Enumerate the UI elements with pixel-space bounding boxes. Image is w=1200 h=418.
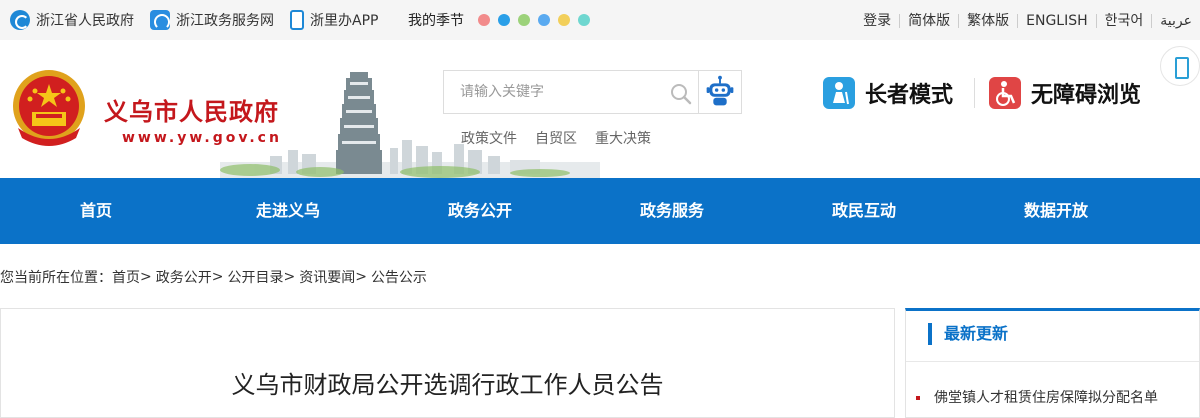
lang-simplified[interactable]: 简体版 xyxy=(899,14,958,28)
search-input[interactable] xyxy=(444,71,669,113)
accessible-mode-button[interactable]: 无障碍浏览 xyxy=(989,76,1141,110)
nav-open-data[interactable]: 数据开放 xyxy=(960,178,1152,244)
breadcrumb-gov-affairs[interactable]: 政务公开 xyxy=(156,267,212,287)
hot-keywords: 政策文件 自贸区 重大决策 xyxy=(461,128,651,148)
breadcrumb: 您当前所在位置： 首页 > 政务公开 > 公开目录 > 资讯要闻 > 公告公示 xyxy=(0,266,427,288)
hot-keyword-decisions[interactable]: 重大决策 xyxy=(595,128,651,148)
season-dot-2[interactable] xyxy=(498,14,510,26)
main-nav: 首页 走进义乌 政务公开 政务服务 政民互动 数据开放 xyxy=(0,178,1200,244)
season-dot-6[interactable] xyxy=(578,14,590,26)
zhengwu-service-icon xyxy=(150,10,170,30)
hot-keyword-policy[interactable]: 政策文件 xyxy=(461,128,517,148)
elder-mode-button[interactable]: 长者模式 xyxy=(823,76,953,110)
season-dot-1[interactable] xyxy=(478,14,490,26)
elder-mode-label: 长者模式 xyxy=(865,83,954,108)
nav-interaction[interactable]: 政民互动 xyxy=(768,178,960,244)
lang-korean[interactable]: 한국어 xyxy=(1095,14,1152,28)
lang-traditional[interactable]: 繁体版 xyxy=(958,14,1017,28)
zhejiang-gov-icon xyxy=(10,10,30,30)
hot-keyword-ftz[interactable]: 自贸区 xyxy=(535,128,577,148)
breadcrumb-catalog[interactable]: 公开目录 xyxy=(227,267,283,287)
robot-icon xyxy=(706,75,734,106)
zheliban-app-link[interactable]: 浙里办APP xyxy=(290,10,378,30)
accessible-mode-label: 无障碍浏览 xyxy=(1031,83,1142,108)
site-header: 义乌市人民政府 www.yw.gov.cn 请输入关键字 政策文件 自贸区 重大… xyxy=(0,40,1200,178)
nav-about-yiwu[interactable]: 走进义乌 xyxy=(192,178,384,244)
zhejiang-gov-label: 浙江省人民政府 xyxy=(36,13,134,29)
latest-updates-title: 最新更新 xyxy=(928,323,1008,345)
breadcrumb-separator: > xyxy=(140,269,152,285)
lang-arabic[interactable]: عربية xyxy=(1151,14,1200,28)
search-box xyxy=(443,70,699,114)
ai-assistant-button[interactable] xyxy=(698,70,742,114)
breadcrumb-news[interactable]: 资讯要闻 xyxy=(299,267,355,287)
zhengwu-service-link[interactable]: 浙江政务服务网 xyxy=(150,10,274,30)
top-utility-bar: 浙江省人民政府 浙江政务服务网 浙里办APP 我的季节 登录 简体版 繁体版 E… xyxy=(0,0,1200,40)
zheliban-app-label: 浙里办APP xyxy=(310,13,379,29)
national-emblem-icon xyxy=(13,70,85,146)
latest-updates-panel: 最新更新 佛堂镇人才租赁住房保障拟分配名单 xyxy=(905,308,1200,418)
breadcrumb-separator: > xyxy=(211,269,224,285)
season-dot-5[interactable] xyxy=(558,14,570,26)
breadcrumb-separator: > xyxy=(283,269,296,285)
article-title: 义乌市财政局公开选调行政工作人员公告 xyxy=(231,371,664,399)
season-dot-4[interactable] xyxy=(538,14,550,26)
elder-icon xyxy=(823,77,855,109)
breadcrumb-separator: > xyxy=(355,269,367,285)
mobile-version-icon[interactable] xyxy=(1160,46,1200,86)
nav-gov-services[interactable]: 政务服务 xyxy=(576,178,768,244)
season-dot-3[interactable] xyxy=(518,14,530,26)
nav-home[interactable]: 首页 xyxy=(0,178,192,244)
zhengwu-service-label: 浙江政务服务网 xyxy=(176,13,274,29)
mode-divider xyxy=(974,78,975,108)
login-link[interactable]: 登录 xyxy=(855,14,899,28)
zhejiang-gov-link[interactable]: 浙江省人民政府 xyxy=(10,10,134,30)
season-theme-picker: 我的季节 xyxy=(408,10,590,30)
breadcrumb-home[interactable]: 首页 xyxy=(112,267,140,287)
lang-english[interactable]: ENGLISH xyxy=(1017,14,1096,28)
sidebar-divider xyxy=(906,361,1199,362)
season-label: 我的季节 xyxy=(408,13,464,29)
wheelchair-icon xyxy=(989,77,1021,109)
latest-update-item[interactable]: 佛堂镇人才租赁住房保障拟分配名单 xyxy=(916,387,1158,407)
breadcrumb-announcements[interactable]: 公告公示 xyxy=(371,267,427,287)
breadcrumb-prefix: 您当前所在位置： xyxy=(0,270,112,286)
nav-gov-affairs[interactable]: 政务公开 xyxy=(384,178,576,244)
mobile-app-icon xyxy=(290,10,304,30)
search-icon[interactable] xyxy=(670,83,692,105)
language-switcher: 登录 简体版 繁体版 ENGLISH 한국어 عربية xyxy=(855,11,1200,31)
article-panel: 义乌市财政局公开选调行政工作人员公告 xyxy=(0,308,895,418)
